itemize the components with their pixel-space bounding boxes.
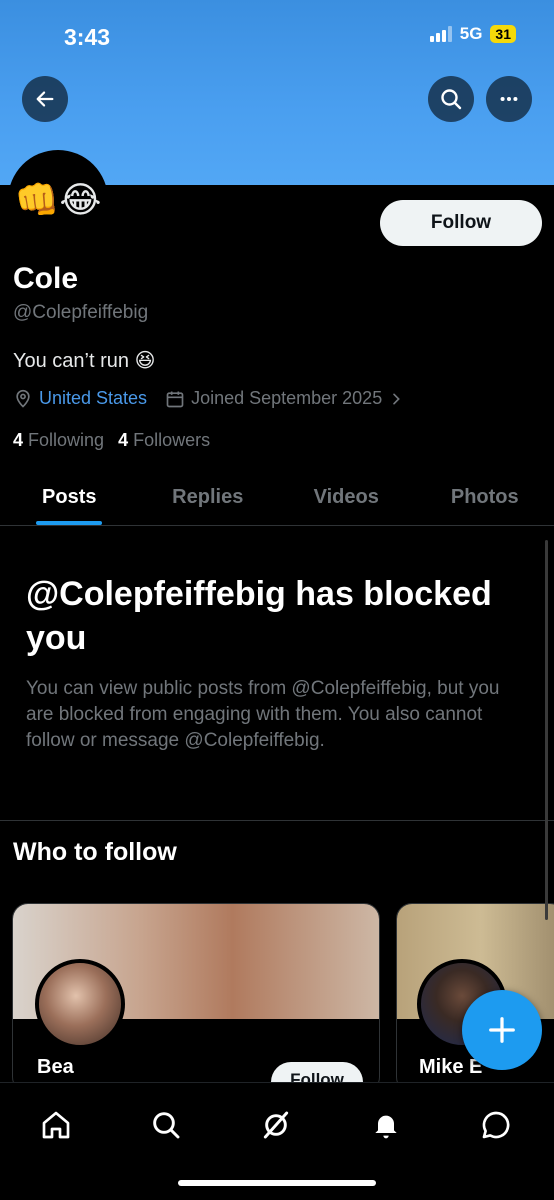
nav-messages[interactable]: [472, 1101, 520, 1149]
follow-counts: 4 Following 4 Followers: [13, 430, 210, 451]
scrollbar[interactable]: [545, 540, 548, 920]
plus-icon: [489, 1017, 515, 1043]
tab-videos[interactable]: Videos: [277, 470, 416, 525]
grok-icon: [263, 1111, 289, 1139]
status-time: 3:43: [64, 24, 111, 50]
home-indicator: [178, 1180, 376, 1186]
more-button[interactable]: [486, 76, 532, 122]
card-name: Bea: [37, 1056, 74, 1078]
more-horizontal-icon: [500, 96, 518, 102]
suggestion-card[interactable]: Mike E: [396, 903, 554, 1093]
card-name: Mike E: [419, 1056, 483, 1078]
chevron-right-icon[interactable]: [388, 391, 404, 407]
joined-date: Joined September 2025: [191, 388, 383, 408]
battery-icon: 31: [490, 25, 516, 43]
profile-bio: You can’t run 😆: [13, 350, 156, 372]
followers-link[interactable]: 4 Followers: [118, 430, 210, 451]
tab-photos[interactable]: Photos: [416, 470, 554, 525]
nav-search[interactable]: [142, 1101, 190, 1149]
search-icon: [153, 1112, 180, 1139]
who-to-follow-title: Who to follow: [13, 838, 177, 866]
profile-handle: @Colepfeiffebig: [13, 302, 149, 323]
calendar-icon: [166, 391, 184, 407]
location-pin-icon: [16, 389, 30, 408]
nav-grok[interactable]: [252, 1101, 300, 1149]
network-label: 5G: [459, 24, 483, 43]
following-link[interactable]: 4 Following: [13, 430, 104, 451]
search-icon: [441, 89, 462, 110]
back-button[interactable]: [22, 76, 68, 122]
location-link[interactable]: United States: [39, 388, 147, 409]
profile-name: Cole: [13, 262, 79, 295]
followers-count: 4: [118, 430, 129, 450]
signal-icon: [429, 26, 452, 42]
avatar-emoji: 👊😂: [14, 179, 102, 220]
tab-posts[interactable]: Posts: [0, 470, 139, 525]
blocked-title: @Colepfeiffebig has blocked you: [26, 575, 492, 657]
following-count: 4: [13, 430, 24, 450]
profile-tabs: Posts Replies Videos Photos: [0, 470, 554, 526]
messages-icon: [482, 1111, 510, 1139]
follow-button[interactable]: Follow: [380, 200, 542, 246]
nav-home[interactable]: [32, 1101, 80, 1149]
blocked-description: You can view public posts from @Colepfei…: [26, 678, 500, 751]
search-button[interactable]: [428, 76, 474, 122]
profile-meta: United States Joined September 2025: [13, 388, 404, 409]
section-divider: [0, 820, 554, 821]
compose-button[interactable]: [462, 990, 542, 1070]
arrow-left-icon: [36, 91, 54, 107]
profile-avatar[interactable]: 👊😂: [8, 150, 108, 250]
following-label: Following: [28, 430, 105, 450]
status-indicators: 5G 31: [429, 24, 516, 44]
nav-notifications[interactable]: [362, 1101, 410, 1149]
followers-label: Followers: [133, 430, 211, 450]
notifications-bell-icon: [375, 1115, 397, 1139]
suggestion-card[interactable]: Bea Follow: [12, 903, 380, 1093]
avatar[interactable]: [35, 959, 125, 1049]
home-icon: [42, 1111, 70, 1139]
tab-replies[interactable]: Replies: [139, 470, 278, 525]
